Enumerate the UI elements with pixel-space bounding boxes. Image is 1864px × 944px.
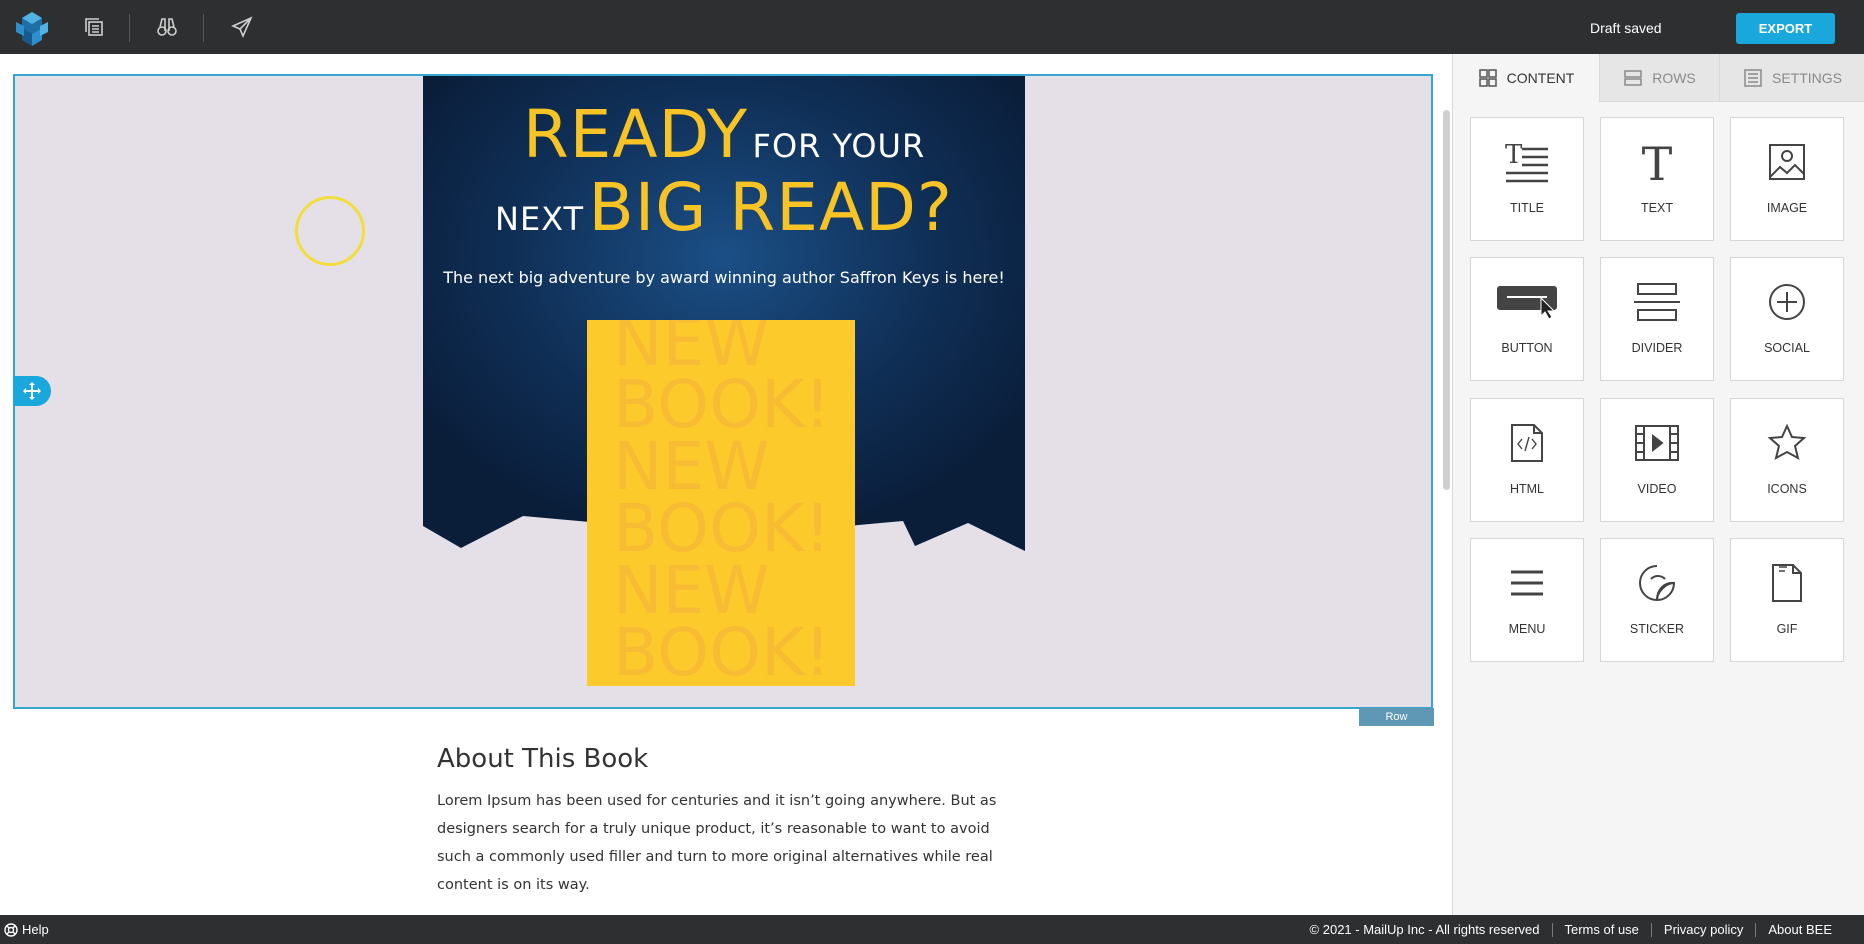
block-social[interactable]: SOCIAL — [1730, 257, 1844, 381]
pages-icon[interactable] — [80, 13, 108, 41]
hero-headline-line1: READY FOR YOUR — [423, 96, 1025, 173]
video-icon — [1635, 425, 1679, 461]
selected-row[interactable]: READY FOR YOUR NEXT BIG READ? The next b… — [13, 74, 1433, 709]
block-sticker[interactable]: STICKER — [1600, 538, 1714, 662]
panel-tabs: CONTENT ROWS SETTINGS — [1453, 54, 1864, 102]
block-text-label: TEXT — [1641, 201, 1673, 215]
terms-link[interactable]: Terms of use — [1551, 922, 1651, 937]
export-button[interactable]: EXPORT — [1736, 13, 1835, 44]
book-cover-image[interactable]: NEW BOOK! NEW BOOK! NEW BOOK! — [587, 320, 855, 686]
block-image[interactable]: IMAGE — [1730, 117, 1844, 241]
hero-headline-line2: NEXT BIG READ? — [423, 169, 1025, 246]
hero-ready: READY — [522, 96, 749, 173]
divider-icon — [1634, 283, 1680, 321]
block-divider[interactable]: DIVIDER — [1600, 257, 1714, 381]
help-link[interactable]: Help — [4, 915, 49, 944]
block-button-label: BUTTON — [1501, 341, 1553, 355]
tab-rows[interactable]: ROWS — [1599, 54, 1719, 102]
help-icon — [4, 922, 18, 937]
block-text[interactable]: T TEXT — [1600, 117, 1714, 241]
menu-icon — [1511, 570, 1543, 596]
cursor-highlight — [295, 196, 365, 266]
text-icon: T — [1642, 140, 1673, 184]
block-icons-label: ICONS — [1767, 482, 1807, 496]
sticker-icon — [1639, 565, 1676, 601]
block-social-label: SOCIAL — [1764, 341, 1810, 355]
tab-content[interactable]: CONTENT — [1453, 54, 1599, 102]
rows-icon — [1624, 69, 1642, 86]
about-body-text[interactable]: Lorem Ipsum has been used for centuries … — [437, 787, 1012, 899]
footer-links: © 2021 - MailUp Inc - All rights reserve… — [1298, 915, 1844, 944]
book-line: BOOK! — [613, 614, 831, 686]
block-html[interactable]: HTML — [1470, 398, 1584, 522]
title-icon: T — [1505, 141, 1548, 183]
about-bee-link[interactable]: About BEE — [1755, 922, 1844, 937]
preview-binoculars-icon[interactable] — [153, 13, 181, 41]
send-test-icon[interactable] — [228, 13, 256, 41]
bee-logo-icon[interactable] — [12, 8, 52, 48]
social-icon — [1769, 284, 1805, 320]
svg-text:T: T — [1642, 140, 1673, 184]
block-image-label: IMAGE — [1766, 201, 1808, 215]
tab-rows-label: ROWS — [1652, 69, 1696, 86]
toolbar-divider — [129, 14, 130, 42]
star-icon — [1767, 423, 1807, 460]
about-title[interactable]: About This Book — [437, 744, 648, 774]
book-line: BOOK! — [613, 366, 831, 443]
tab-settings[interactable]: SETTINGS — [1719, 54, 1864, 102]
book-line: NEW — [613, 552, 770, 629]
book-line: NEW — [613, 428, 770, 505]
tab-content-label: CONTENT — [1506, 70, 1575, 86]
block-video-label: VIDEO — [1637, 482, 1677, 496]
editor-canvas[interactable]: READY FOR YOUR NEXT BIG READ? The next b… — [0, 54, 1450, 915]
grid-icon — [1478, 69, 1497, 87]
block-title-label: TITLE — [1509, 201, 1545, 215]
button-icon — [1497, 286, 1557, 320]
book-cover-text: NEW BOOK! NEW BOOK! NEW BOOK! — [613, 320, 853, 686]
right-panel: CONTENT ROWS SETTINGS T TITLE T TEXT IMA… — [1452, 54, 1864, 915]
block-html-label: HTML — [1509, 482, 1545, 496]
svg-text:T: T — [1505, 141, 1523, 170]
top-toolbar: Draft saved EXPORT — [0, 0, 1864, 54]
block-menu-label: MENU — [1508, 622, 1546, 636]
bottom-bar: Help © 2021 - MailUp Inc - All rights re… — [0, 915, 1864, 944]
copyright-text: © 2021 - MailUp Inc - All rights reserve… — [1309, 921, 1540, 937]
block-divider-label: DIVIDER — [1631, 341, 1683, 355]
block-gif[interactable]: GIF — [1730, 538, 1844, 662]
settings-icon — [1744, 68, 1762, 87]
gif-icon — [1772, 564, 1802, 602]
block-video[interactable]: VIDEO — [1600, 398, 1714, 522]
canvas-scrollbar[interactable] — [1443, 110, 1450, 490]
hero-block[interactable]: READY FOR YOUR NEXT BIG READ? The next b… — [423, 76, 1025, 709]
block-menu[interactable]: MENU — [1470, 538, 1584, 662]
toolbar-divider — [203, 14, 204, 42]
block-sticker-label: STICKER — [1629, 622, 1685, 636]
book-line: BOOK! — [613, 490, 831, 567]
image-icon — [1769, 144, 1805, 180]
tab-settings-label: SETTINGS — [1771, 69, 1842, 86]
hero-big-read: BIG READ? — [588, 169, 953, 246]
block-icons[interactable]: ICONS — [1730, 398, 1844, 522]
hero-subtitle: The next big adventure by award winning … — [443, 268, 1005, 287]
row-tag: Row — [1359, 708, 1434, 726]
block-title[interactable]: T TITLE — [1470, 117, 1584, 241]
hero-next: NEXT — [495, 200, 585, 238]
privacy-link[interactable]: Privacy policy — [1650, 922, 1755, 937]
hero-for-your: FOR YOUR — [752, 127, 926, 165]
move-row-handle-icon[interactable] — [13, 376, 51, 406]
help-label: Help — [22, 921, 49, 937]
draft-status: Draft saved — [1590, 20, 1662, 36]
block-gif-label: GIF — [1776, 622, 1798, 636]
block-button[interactable]: BUTTON — [1470, 257, 1584, 381]
app-root: Draft saved EXPORT READY FOR YOUR NEXT B… — [0, 0, 1864, 944]
html-icon — [1511, 424, 1543, 462]
